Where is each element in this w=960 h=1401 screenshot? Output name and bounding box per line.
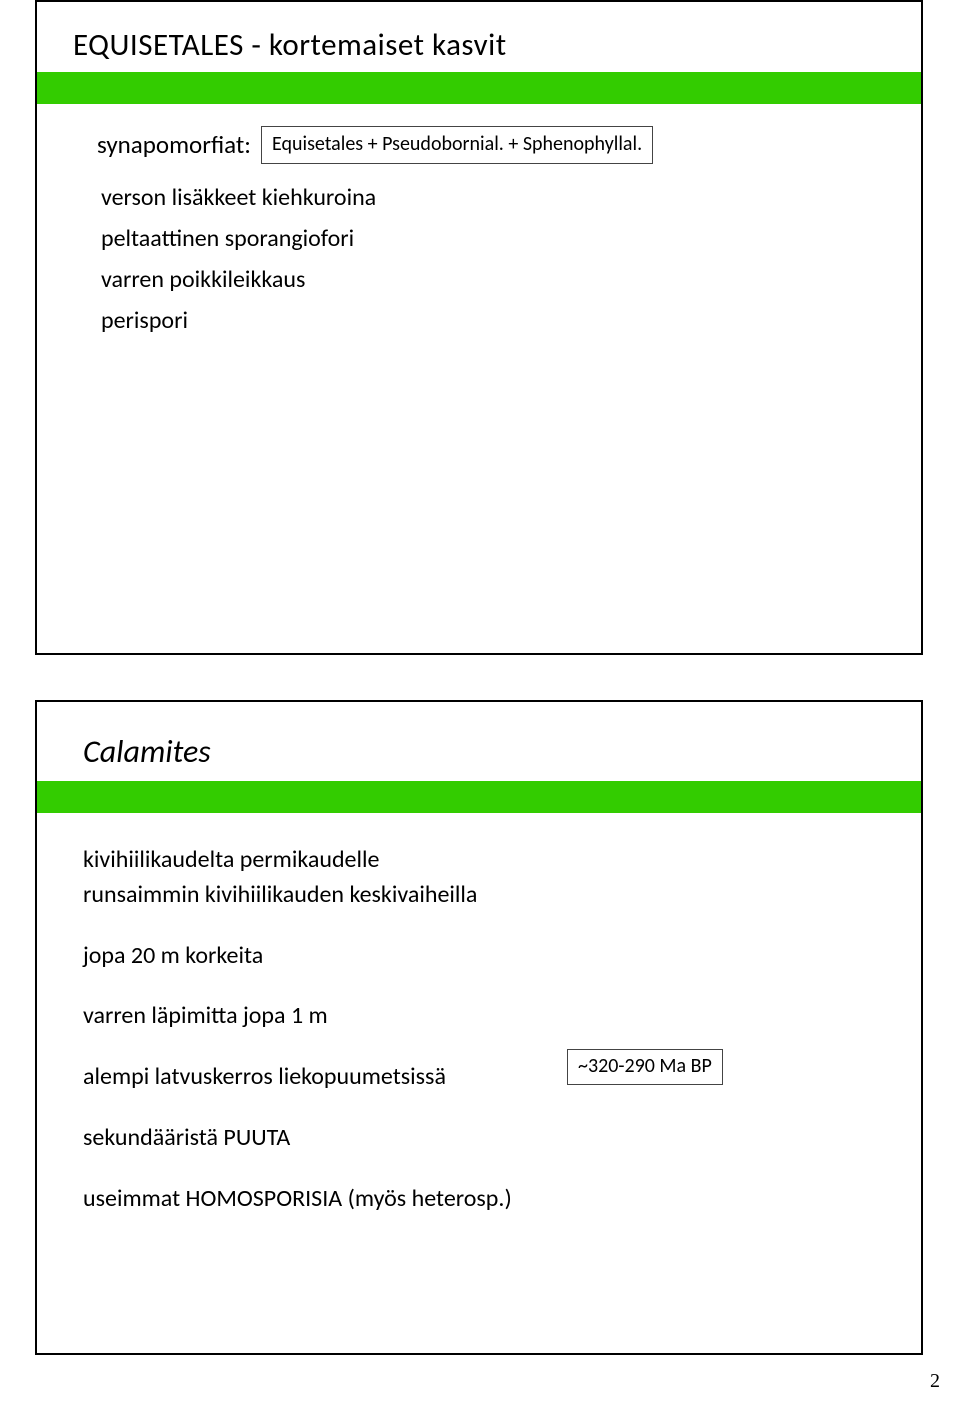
- synapomorfiat-row: synapomorfiat: Equisetales + Pseudoborni…: [97, 126, 885, 165]
- list-item: sekundääristä PUUTA: [83, 1121, 885, 1156]
- slide-2: Calamites kivihiilikaudelta permikaudell…: [35, 700, 923, 1355]
- synapomorfiat-label: synapomorfiat:: [97, 126, 251, 165]
- slide-title: Calamites: [83, 732, 921, 771]
- list-item: alempi latvuskerros liekopuumetsissä: [83, 1060, 885, 1095]
- slide-1: EQUISETALES - kortemaiset kasvit synapom…: [35, 0, 923, 655]
- time-annotation-box: ~320-290 Ma BP: [567, 1049, 723, 1085]
- list-item: useimmat HOMOSPORISIA (myös heterosp.): [83, 1182, 885, 1217]
- list-item: varren läpimitta jopa 1 m: [83, 999, 885, 1034]
- list-item: jopa 20 m korkeita: [83, 939, 885, 974]
- slide-content: kivihiilikaudelta permikaudelle runsaimm…: [37, 813, 921, 1217]
- list-item: verson lisäkkeet kiehkuroina: [101, 179, 885, 216]
- list-item: perispori: [101, 302, 885, 339]
- green-bar: [37, 781, 921, 813]
- slide-title: EQUISETALES - kortemaiset kasvit: [73, 26, 921, 64]
- text-line: kivihiilikaudelta permikaudelle: [83, 843, 885, 878]
- slide-content: synapomorfiat: Equisetales + Pseudoborni…: [37, 104, 921, 340]
- synapomorfiat-box: Equisetales + Pseudobornial. + Sphenophy…: [261, 126, 653, 164]
- list-item: varren poikkileikkaus: [101, 261, 885, 298]
- page-number: 2: [930, 1370, 940, 1393]
- list-item: kivihiilikaudelta permikaudelle runsaimm…: [83, 843, 885, 913]
- text-line: runsaimmin kivihiilikauden keskivaiheill…: [83, 878, 885, 913]
- green-bar: [37, 72, 921, 104]
- list-item: peltaattinen sporangiofori: [101, 220, 885, 257]
